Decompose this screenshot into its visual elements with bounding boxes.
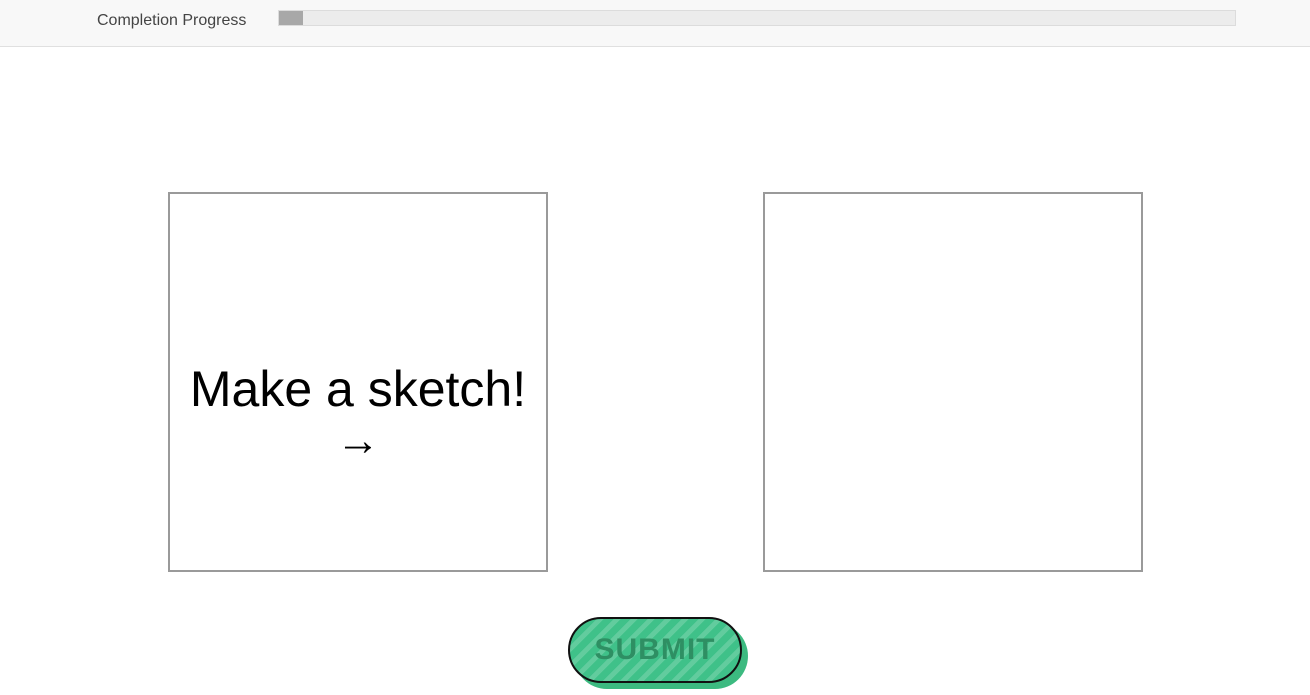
- progress-label: Completion Progress: [97, 12, 247, 29]
- sketch-prompt: Make a sketch!: [189, 361, 527, 417]
- sketch-canvas[interactable]: Make a sketch! →: [168, 192, 548, 572]
- submit-button[interactable]: SUBMIT: [568, 617, 742, 683]
- right-arrow-icon: →: [336, 416, 380, 465]
- progress-fill: [279, 11, 303, 25]
- progress-bar: [278, 10, 1236, 26]
- submit-button-wrapper: SUBMIT: [568, 617, 748, 689]
- top-bar: Completion Progress: [0, 0, 1310, 47]
- result-panel: [763, 192, 1143, 572]
